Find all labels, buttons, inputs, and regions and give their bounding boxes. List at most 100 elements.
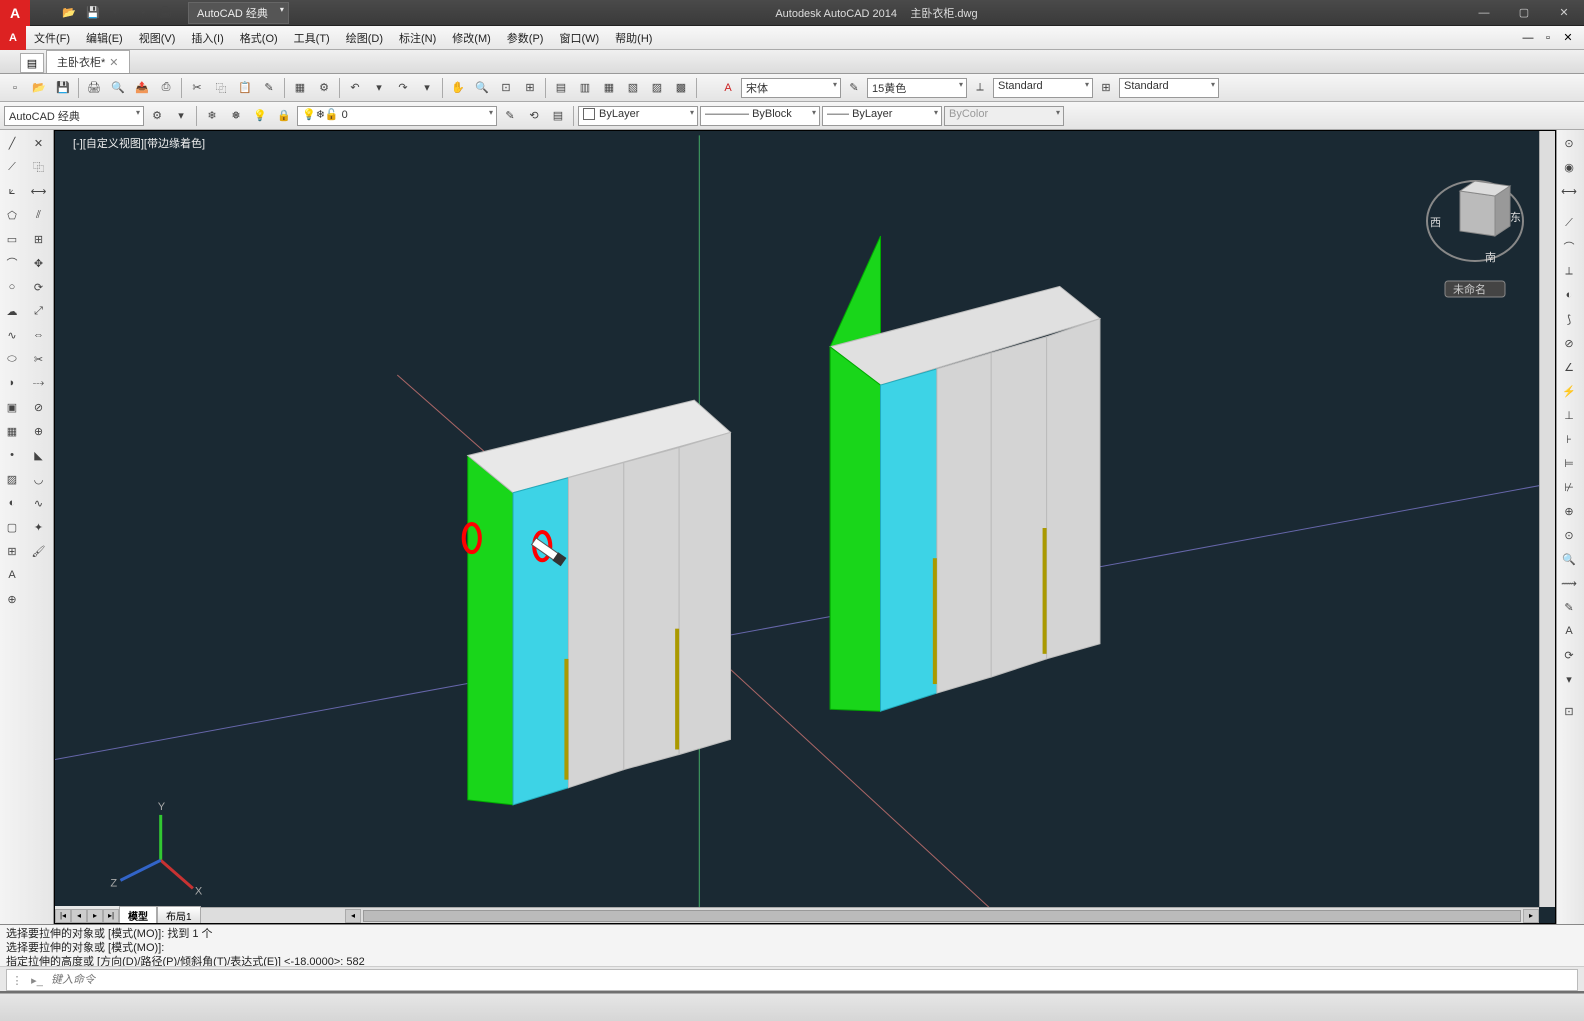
copy-icon[interactable]: ⿻ — [210, 77, 232, 99]
props-icon[interactable]: ⚙ — [313, 77, 335, 99]
save-icon[interactable]: 💾 — [52, 77, 74, 99]
qat-new-icon[interactable]: ▫ — [34, 2, 56, 24]
dim-arc-icon[interactable]: ⌒ — [1557, 236, 1581, 258]
undo-dd-icon[interactable]: ▾ — [368, 77, 390, 99]
ellipse-icon[interactable]: ⬭ — [0, 348, 24, 370]
zoomw-icon[interactable]: ⊡ — [495, 77, 517, 99]
cmd-handle-icon[interactable]: ⋮ — [7, 974, 27, 987]
dim-space-icon[interactable]: ⊨ — [1557, 452, 1581, 474]
break-icon[interactable]: ⊘ — [27, 396, 51, 418]
constraint-icon[interactable]: ⊡ — [1557, 700, 1581, 722]
dimedit-icon[interactable]: ✎ — [1557, 596, 1581, 618]
workspace-combo[interactable]: AutoCAD 经典 — [4, 106, 144, 126]
propwin-icon[interactable]: ▤ — [550, 77, 572, 99]
blend-icon[interactable]: ∿ — [27, 492, 51, 514]
textstyle2-combo[interactable]: Standard — [993, 78, 1093, 98]
qat-open-icon[interactable]: 📂 — [58, 2, 80, 24]
publish-icon[interactable]: 📤 — [131, 77, 153, 99]
qat-undo-icon[interactable]: ↶ — [106, 2, 128, 24]
app-logo[interactable]: A — [0, 0, 30, 26]
dim-ang-icon[interactable]: ∠ — [1557, 356, 1581, 378]
menu-dim[interactable]: 标注(N) — [391, 26, 444, 50]
minimize-icon[interactable]: — — [1464, 0, 1504, 26]
scale-icon[interactable]: ⤢ — [27, 300, 51, 322]
tab-close-icon[interactable]: ✕ — [109, 57, 118, 69]
mdi-close-icon[interactable]: ✕ — [1560, 30, 1576, 46]
menu-modify[interactable]: 修改(M) — [444, 26, 499, 50]
spline-icon[interactable]: ∿ — [0, 324, 24, 346]
move-icon[interactable]: ✥ — [27, 252, 51, 274]
point-icon[interactable]: • — [0, 444, 24, 466]
tab-last-icon[interactable]: ▸| — [103, 909, 119, 923]
qat-print-icon[interactable]: 🖨 — [154, 2, 176, 24]
dcwin-icon[interactable]: ▥ — [574, 77, 596, 99]
layer-make-icon[interactable]: ✎ — [499, 105, 521, 127]
close-icon[interactable]: ✕ — [1544, 0, 1584, 26]
dimtedit-icon[interactable]: A — [1557, 620, 1581, 642]
table-icon[interactable]: ⊞ — [0, 540, 24, 562]
zoom-icon[interactable]: 🔍 — [471, 77, 493, 99]
textstyle1-combo[interactable]: 15黄色 — [867, 78, 967, 98]
hatch-icon[interactable]: ▨ — [0, 468, 24, 490]
erase-icon[interactable]: ✕ — [27, 132, 51, 154]
tab-next-icon[interactable]: ▸ — [87, 909, 103, 923]
3dprint-icon[interactable]: ⎙ — [155, 77, 177, 99]
menu-edit[interactable]: 编辑(E) — [78, 26, 131, 50]
textstyle-a-icon[interactable]: A — [717, 77, 739, 99]
dim-quick-icon[interactable]: ⚡ — [1557, 380, 1581, 402]
paste-icon[interactable]: 📋 — [234, 77, 256, 99]
polygon-icon[interactable]: ⬠ — [0, 204, 24, 226]
color-combo[interactable]: ByLayer — [578, 106, 698, 126]
addsel-icon[interactable]: ⊕ — [0, 588, 24, 610]
new-icon[interactable]: ▫ — [4, 77, 26, 99]
tablestyle-icon[interactable]: ⊞ — [1095, 77, 1117, 99]
drawing-canvas[interactable]: [-][自定义视图][带边缘着色] — [54, 130, 1556, 924]
gradient-icon[interactable]: ◐ — [0, 492, 24, 514]
menu-draw[interactable]: 绘图(D) — [338, 26, 391, 50]
tpwin-icon[interactable]: ▦ — [598, 77, 620, 99]
block-icon[interactable]: ▦ — [289, 77, 311, 99]
chamfer-icon[interactable]: ◣ — [27, 444, 51, 466]
redo-icon[interactable]: ↷ — [392, 77, 414, 99]
preview-icon[interactable]: 🔍 — [107, 77, 129, 99]
dim-jog-icon[interactable]: ⟆ — [1557, 308, 1581, 330]
menu-file[interactable]: 文件(F) — [26, 26, 78, 50]
stretch-icon[interactable]: ⇔ — [27, 324, 51, 346]
layout1-tab[interactable]: 布局1 — [157, 906, 201, 924]
mdi-minimize-icon[interactable]: — — [1520, 30, 1536, 46]
menu-window[interactable]: 窗口(W) — [551, 26, 607, 50]
textcolor-icon[interactable]: ✎ — [843, 77, 865, 99]
layer-mgr-icon[interactable]: ❄ — [201, 105, 223, 127]
scrollbar-vertical[interactable] — [1539, 131, 1555, 907]
mtext-icon[interactable]: A — [0, 564, 24, 586]
ws-save-icon[interactable]: ▾ — [170, 105, 192, 127]
tab-first-icon[interactable]: |◂ — [55, 909, 71, 923]
dimupdate-icon[interactable]: ⟳ — [1557, 644, 1581, 666]
dim-cont-icon[interactable]: ⊦ — [1557, 428, 1581, 450]
menu-view[interactable]: 视图(V) — [131, 26, 184, 50]
zoomp-icon[interactable]: ⊞ — [519, 77, 541, 99]
menu-insert[interactable]: 插入(I) — [183, 26, 231, 50]
showmot-icon[interactable]: ◉ — [1557, 156, 1581, 178]
dimstyle2-icon[interactable]: ▾ — [1557, 668, 1581, 690]
fillet-icon[interactable]: ◡ — [27, 468, 51, 490]
open-icon[interactable]: 📂 — [28, 77, 50, 99]
join-icon[interactable]: ⊕ — [27, 420, 51, 442]
tolerance-icon[interactable]: ⊕ — [1557, 500, 1581, 522]
pan-icon[interactable]: ✋ — [447, 77, 469, 99]
ssm-icon[interactable]: ▧ — [622, 77, 644, 99]
menu-help[interactable]: 帮助(H) — [607, 26, 660, 50]
circle-icon[interactable]: ○ — [0, 276, 24, 298]
plot-icon[interactable]: 🖨 — [83, 77, 105, 99]
document-tab[interactable]: 主卧衣柜*✕ — [46, 50, 130, 73]
dim-break-icon[interactable]: ⊬ — [1557, 476, 1581, 498]
offset-icon[interactable]: ⫽ — [27, 204, 51, 226]
qat-save-icon[interactable]: 💾 — [82, 2, 104, 24]
lineweight-combo[interactable]: —— ByLayer — [822, 106, 942, 126]
revcloud-icon[interactable]: ☁ — [0, 300, 24, 322]
menu-format[interactable]: 格式(O) — [232, 26, 286, 50]
center-icon[interactable]: ⊙ — [1557, 524, 1581, 546]
inspect-icon[interactable]: 🔍 — [1557, 548, 1581, 570]
mdi-restore-icon[interactable]: ▫ — [1540, 30, 1556, 46]
undo-icon[interactable]: ↶ — [344, 77, 366, 99]
